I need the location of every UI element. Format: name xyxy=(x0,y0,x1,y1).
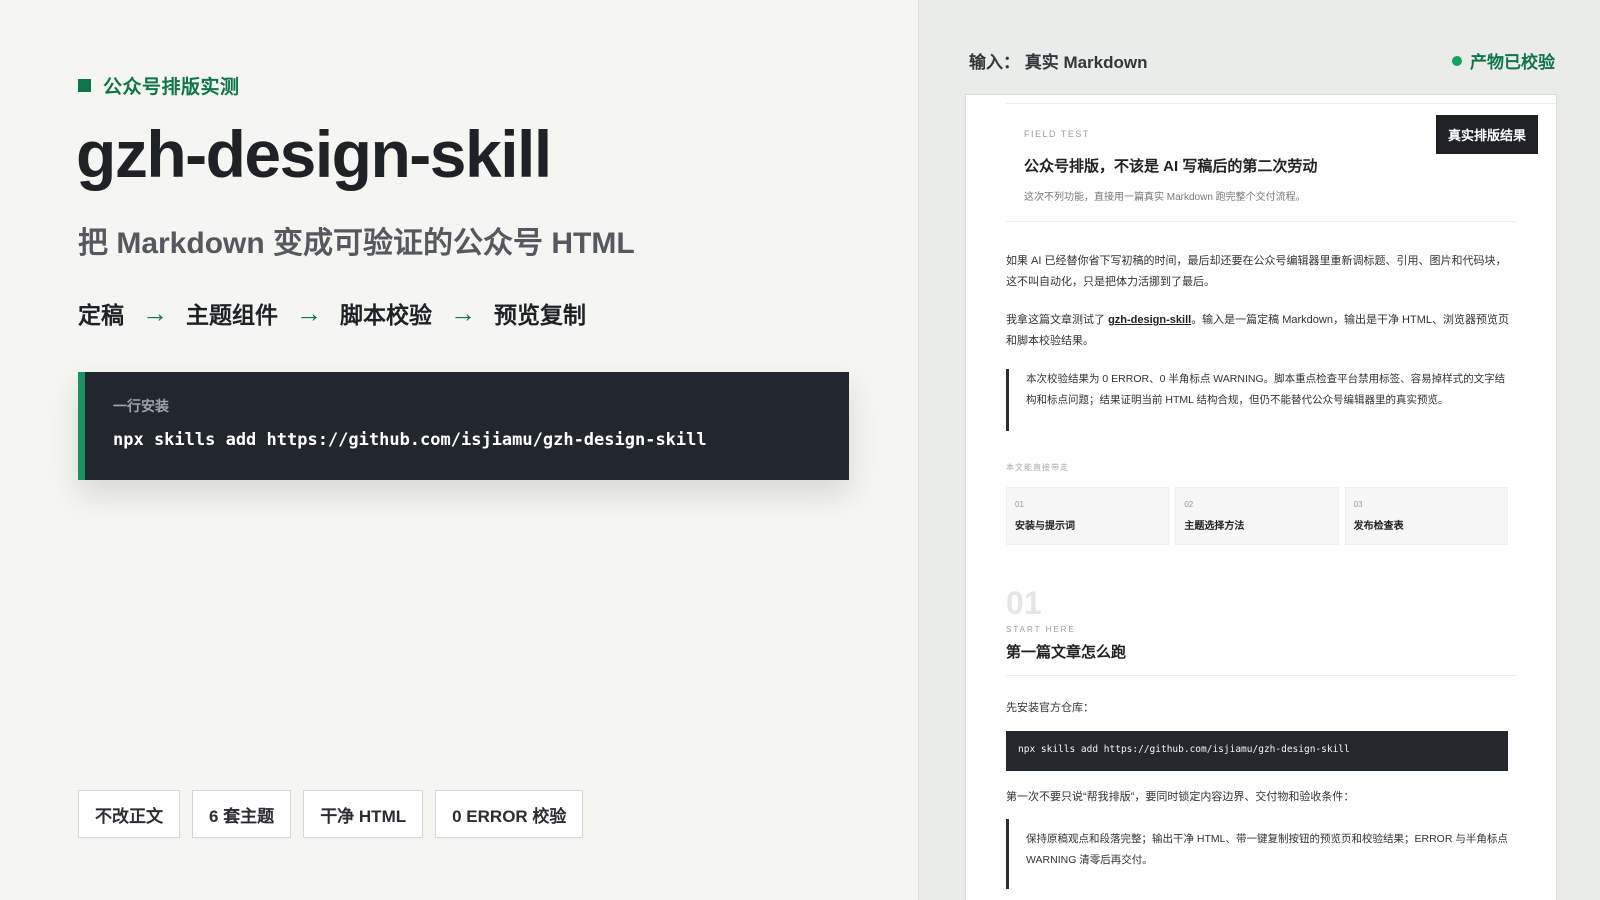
section-number: 01 xyxy=(1006,585,1042,621)
blockquote: 保持原稿观点和段落完整；输出干净 HTML、带一键复制按钮的预览页和校验结果；E… xyxy=(1006,819,1511,889)
feature-tag: 0 ERROR 校验 xyxy=(435,790,584,838)
right-panel: 输入： 真实 Markdown 产物已校验 真实排版结果 FIELD TEST … xyxy=(918,0,1600,900)
page-title: gzh-design-skill xyxy=(76,117,552,191)
input-label: 输入： 真实 Markdown xyxy=(969,53,1148,72)
blockquote: 本次校验结果为 0 ERROR、0 半角标点 WARNING。脚本重点检查平台禁… xyxy=(1006,369,1511,431)
flow-step: 定稿 xyxy=(78,302,124,328)
arrow-right-icon: → xyxy=(450,297,476,328)
code-block[interactable]: npx skills add https://github.com/isjiam… xyxy=(1006,731,1508,771)
feature-tag: 6 套主题 xyxy=(192,790,292,838)
article-paragraph: 如果 AI 已经替你省下写初稿的时间，最后却还要在公众号编辑器里重新调标题、引用… xyxy=(1006,255,1507,288)
article-preview[interactable]: 真实排版结果 FIELD TEST 公众号排版，不该是 AI 写稿后的第二次劳动… xyxy=(965,94,1557,900)
feature-tags: 不改正文 6 套主题 干净 HTML 0 ERROR 校验 xyxy=(78,790,584,838)
eyebrow-label: 公众号排版实测 xyxy=(103,77,240,98)
install-label: 一行安装 xyxy=(113,398,169,414)
feature-tag: 干净 HTML xyxy=(303,790,424,838)
result-badge: 真实排版结果 xyxy=(1435,115,1538,154)
install-command[interactable]: npx skills add https://github.com/isjiam… xyxy=(113,430,821,450)
toc-number: 02 xyxy=(1184,500,1194,509)
arrow-right-icon: → xyxy=(142,297,168,328)
toc-card[interactable]: 03 发布检查表 xyxy=(1344,487,1508,545)
flow-step: 预览复制 xyxy=(494,302,586,328)
page-subtitle: 把 Markdown 变成可验证的公众号 HTML xyxy=(78,227,635,260)
article-paragraph: 先安装官方仓库： xyxy=(1006,702,1094,714)
divider xyxy=(1006,675,1516,676)
paragraph-text: 我拿这篇文章测试了 xyxy=(1006,314,1109,326)
section-kicker: START HERE xyxy=(1006,625,1076,634)
status-dot-icon xyxy=(1452,55,1462,66)
install-command-box[interactable]: 一行安装 npx skills add https://github.com/i… xyxy=(78,372,849,480)
status-text: 产物已校验 xyxy=(1470,53,1555,72)
article-title: 公众号排版，不该是 AI 写稿后的第二次劳动 xyxy=(1024,158,1318,175)
toc-label: 发布检查表 xyxy=(1353,521,1404,532)
toc-label: 主题选择方法 xyxy=(1184,521,1245,532)
status-badge: 产物已校验 xyxy=(1452,48,1555,73)
article-subtitle: 这次不列功能，直接用一篇真实 Markdown 跑完整个交付流程。 xyxy=(1024,192,1306,203)
divider xyxy=(1006,103,1556,104)
arrow-right-icon: → xyxy=(296,297,322,328)
workflow-steps: 定稿 → 主题组件 → 脚本校验 → 预览复制 xyxy=(78,296,586,330)
eyebrow: 公众号排版实测 xyxy=(78,72,240,99)
article-kicker: FIELD TEST xyxy=(1024,129,1090,139)
square-icon xyxy=(78,79,91,92)
section-title: 第一篇文章怎么跑 xyxy=(1006,644,1127,661)
toc-card[interactable]: 02 主题选择方法 xyxy=(1175,487,1339,545)
feature-tag: 不改正文 xyxy=(78,790,180,838)
article-paragraph: 第一次不要只说“帮我排版”，要同时锁定内容边界、交付物和验收条件： xyxy=(1006,791,1355,803)
flow-step: 主题组件 xyxy=(186,302,278,328)
toc-cards: 01 安装与提示词 02 主题选择方法 03 发布检查表 xyxy=(1006,487,1508,545)
toc-number: 01 xyxy=(1015,500,1024,509)
toc-label: 安装与提示词 xyxy=(1015,521,1075,532)
toc-card[interactable]: 01 安装与提示词 xyxy=(1006,487,1170,545)
repo-link[interactable]: gzh-design-skill xyxy=(1108,314,1191,326)
flow-step: 脚本校验 xyxy=(340,302,432,328)
divider xyxy=(1006,221,1516,222)
toc-title: 本文能直接带走 xyxy=(1006,463,1069,472)
toc-number: 03 xyxy=(1353,500,1363,509)
left-panel: 公众号排版实测 gzh-design-skill 把 Markdown 变成可验… xyxy=(0,0,918,900)
article-paragraph: 我拿这篇文章测试了 gzh-design-skill。输入是一篇定稿 Markd… xyxy=(1006,310,1511,352)
